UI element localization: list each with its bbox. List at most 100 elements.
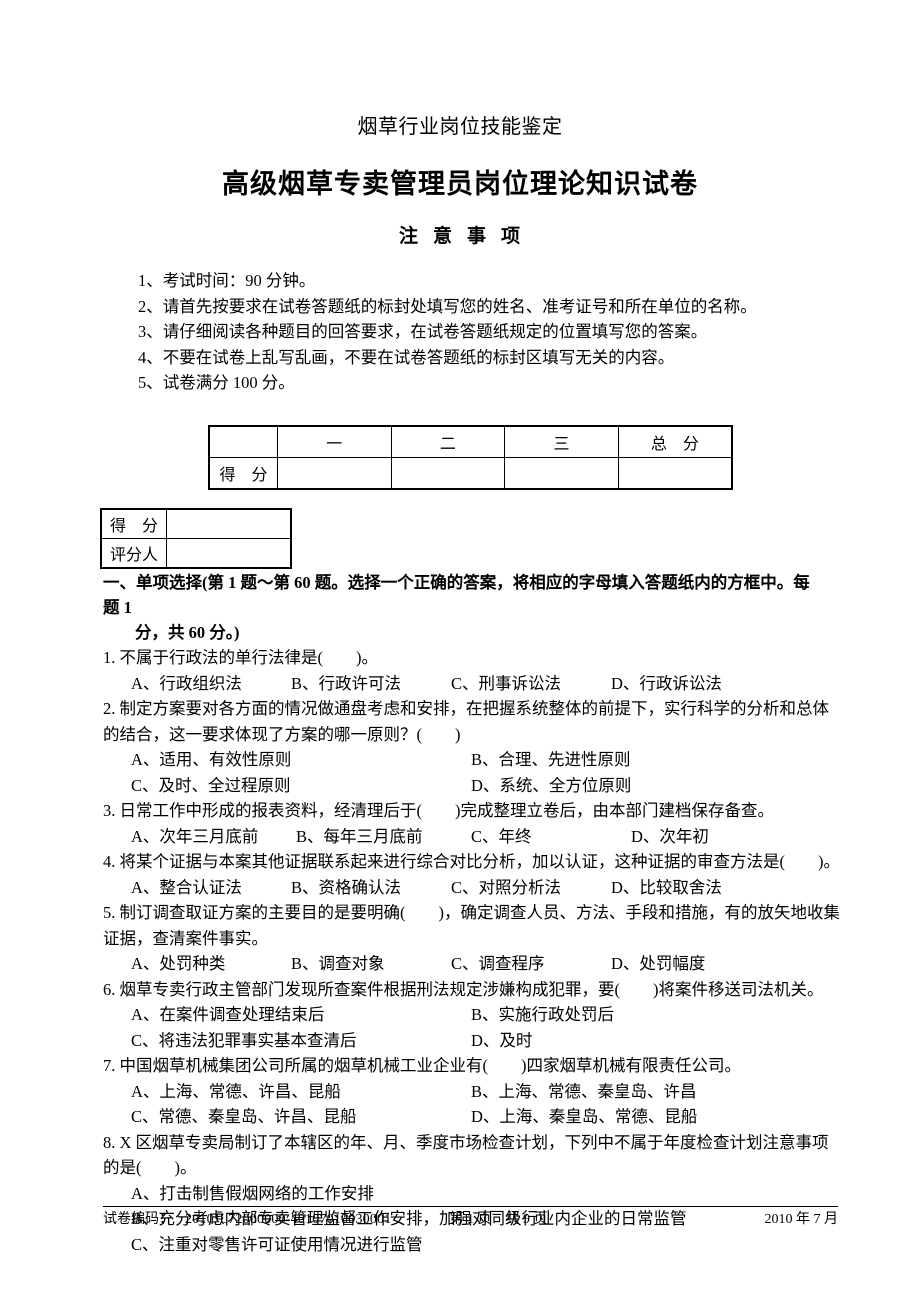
- question-text: 将某个证据与本案其他证据联系起来进行综合对比分析，加以认证，这种证据的审查方法是…: [119, 852, 841, 871]
- score-cell-2[interactable]: [390, 457, 506, 490]
- option-c[interactable]: C、注重对零售许可证使用情况进行监管: [103, 1232, 920, 1258]
- option-a[interactable]: A、行政组织法: [103, 671, 291, 697]
- notice-item: 3、请仔细阅读各种题目的回答要求，在试卷答题纸规定的位置填写您的答案。: [138, 322, 708, 341]
- option-b[interactable]: B、每年三月底前: [296, 824, 471, 850]
- question-text: X 区烟草专卖局制订了本辖区的年、月、季度市场检查计划，下列中不属于年度检查计划…: [119, 1132, 829, 1152]
- option-a[interactable]: A、处罚种类: [103, 951, 291, 977]
- score-table-row-label: 得 分: [208, 457, 278, 490]
- score-summary-table: 一 二 三 总 分 得 分: [208, 425, 733, 490]
- exam-code-label: 试卷编码：: [103, 1212, 173, 1227]
- page-number: 第 1 页 共 9 页: [449, 1212, 548, 1227]
- option-b[interactable]: B、行政许可法: [291, 671, 451, 697]
- table-row: 得 分: [208, 457, 733, 490]
- notice-list: 1、考试时间：90 分钟。 2、请首先按要求在试卷答题纸的标封处填写您的姓名、准…: [0, 268, 920, 396]
- question-number: 6.: [103, 979, 116, 999]
- question-stem: 3. 日常工作中形成的报表资料，经清理后于( )完成整理立卷后，由本部门建档保存…: [0, 798, 920, 824]
- option-d[interactable]: D、处罚幅度: [611, 951, 771, 977]
- org-title: 烟草行业岗位技能鉴定: [357, 116, 563, 138]
- question-stem: 2. 制定方案要对各方面的情况做通盘考虑和安排，在把握系统整体的前提下，实行科学…: [0, 696, 920, 747]
- option-row: C、将违法犯罪事实基本查清后 D、及时: [0, 1028, 920, 1054]
- question-number: 4.: [103, 852, 116, 871]
- option-a[interactable]: A、整合认证法: [103, 875, 291, 901]
- exam-code-value: 2010JL72000000-40107010030001: [185, 1212, 392, 1227]
- notice-item: 4、不要在试卷上乱写乱画，不要在试卷答题纸的标封区填写无关的内容。: [138, 347, 675, 367]
- question-stem: 6. 烟草专卖行政主管部门发现所查案件根据刑法规定涉嫌构成犯罪，要( )将案件移…: [0, 977, 920, 1003]
- grader-table-value-grader[interactable]: [166, 538, 292, 569]
- question-text: 中国烟草机械集团公司所属的烟草机械工业企业有( )四家烟草机械有限责任公司。: [119, 1056, 742, 1075]
- option-row: A、适用、有效性原则 B、合理、先进性原则: [0, 747, 920, 773]
- question-number: 5.: [103, 903, 116, 922]
- option-b[interactable]: B、资格确认法: [291, 875, 451, 901]
- section-heading-line-2: 分，共 60 分。): [135, 623, 240, 642]
- question-text-line-2: 的是( )。: [103, 1158, 197, 1177]
- option-a[interactable]: A、打击制售假烟网络的工作安排: [103, 1181, 920, 1207]
- notice-item: 2、请首先按要求在试卷答题纸的标封处填写您的姓名、准考证号和所在单位的名称。: [138, 296, 757, 316]
- option-c[interactable]: C、将违法犯罪事实基本查清后: [103, 1028, 471, 1054]
- question-stem: 8. X 区烟草专卖局制订了本辖区的年、月、季度市场检查计划，下列中不属于年度检…: [0, 1130, 920, 1181]
- option-row: A、整合认证法 B、资格确认法 C、对照分析法 D、比较取舍法: [0, 875, 920, 901]
- score-cell-total[interactable]: [617, 457, 733, 490]
- score-cell-1[interactable]: [277, 457, 392, 490]
- document-header: 烟草行业岗位技能鉴定 高级烟草专卖管理员岗位理论知识试卷 注意事项: [0, 112, 920, 252]
- option-c[interactable]: C、年终: [471, 824, 631, 850]
- question-text-line-2: 证据，查清案件事实。: [103, 928, 268, 948]
- option-c[interactable]: C、对照分析法: [451, 875, 611, 901]
- question-body: 一、单项选择(第 1 题～第 60 题。选择一个正确的答案，将相应的字母填入答题…: [0, 570, 920, 1257]
- option-a[interactable]: A、次年三月底前: [103, 824, 296, 850]
- option-d[interactable]: D、系统、全方位原则: [471, 773, 811, 799]
- score-table-header-total: 总 分: [617, 425, 733, 458]
- table-row: 评分人: [100, 538, 292, 569]
- score-table-header-3: 三: [504, 425, 619, 458]
- notice-heading-char-4: 项: [501, 226, 522, 247]
- question-stem: 4. 将某个证据与本案其他证据联系起来进行综合对比分析，加以认证，这种证据的审查…: [0, 849, 920, 875]
- question-stem: 1. 不属于行政法的单行法律是( )。: [0, 645, 920, 671]
- section-heading-line-1: 一、单项选择(第 1 题～第 60 题。选择一个正确的答案，将相应的字母填入答题…: [103, 573, 810, 617]
- notice-heading: 注意事项: [0, 222, 920, 252]
- option-b[interactable]: B、实施行政处罚后: [471, 1002, 811, 1028]
- grader-table: 得 分 评分人: [100, 508, 292, 569]
- exam-date: 2010 年 7 月: [764, 1212, 839, 1227]
- question-number: 8.: [103, 1132, 116, 1152]
- question-text: 烟草专卖行政主管部门发现所查案件根据刑法规定涉嫌构成犯罪，要( )将案件移送司法…: [119, 979, 824, 999]
- option-c[interactable]: C、常德、秦皇岛、许昌、昆船: [103, 1104, 471, 1130]
- exam-code: 试卷编码： 2010JL72000000-40107010030001: [103, 1210, 391, 1230]
- option-d[interactable]: D、行政诉讼法: [611, 671, 771, 697]
- grader-table-label-score: 得 分: [100, 508, 167, 539]
- option-c[interactable]: C、及时、全过程原则: [103, 773, 471, 799]
- option-d[interactable]: D、上海、秦皇岛、常德、昆船: [471, 1104, 811, 1130]
- option-d[interactable]: D、次年初: [631, 824, 709, 850]
- notice-item: 1、考试时间：90 分钟。: [138, 271, 316, 290]
- grader-table-label-grader: 评分人: [100, 538, 167, 569]
- table-row: 一 二 三 总 分: [208, 425, 733, 458]
- option-b[interactable]: B、合理、先进性原则: [471, 747, 811, 773]
- score-table-corner-cell: [208, 425, 278, 458]
- notice-item: 5、试卷满分 100 分。: [138, 373, 295, 392]
- option-row: A、次年三月底前 B、每年三月底前 C、年终 D、次年初: [0, 824, 920, 850]
- option-a[interactable]: A、适用、有效性原则: [103, 747, 471, 773]
- question-stem: 5. 制订调查取证方案的主要目的是要明确( )，确定调查人员、方法、手段和措施，…: [0, 900, 920, 951]
- option-c[interactable]: C、调查程序: [451, 951, 611, 977]
- notice-heading-char-3: 事: [467, 226, 488, 247]
- option-b[interactable]: B、上海、常德、秦皇岛、许昌: [471, 1079, 811, 1105]
- question-number: 1.: [103, 648, 116, 667]
- option-d[interactable]: D、比较取舍法: [611, 875, 771, 901]
- question-stem: 7. 中国烟草机械集团公司所属的烟草机械工业企业有( )四家烟草机械有限责任公司…: [0, 1053, 920, 1079]
- option-d[interactable]: D、及时: [471, 1028, 811, 1054]
- option-a[interactable]: A、在案件调查处理结束后: [103, 1002, 471, 1028]
- section-heading: 一、单项选择(第 1 题～第 60 题。选择一个正确的答案，将相应的字母填入答题…: [0, 570, 920, 645]
- notice-heading-char-1: 注: [398, 226, 419, 247]
- option-row: A、处罚种类 B、调查对象 C、调查程序 D、处罚幅度: [0, 951, 920, 977]
- grader-table-value-score[interactable]: [166, 508, 292, 539]
- exam-paper-page: 烟草行业岗位技能鉴定 高级烟草专卖管理员岗位理论知识试卷 注意事项 1、考试时间…: [0, 0, 920, 1302]
- notice-heading-char-2: 意: [432, 226, 453, 247]
- option-c[interactable]: C、刑事诉讼法: [451, 671, 611, 697]
- question-text-line-2: 的结合，这一要求体现了方案的哪一原则？( ): [103, 724, 461, 744]
- table-row: 得 分: [100, 508, 292, 539]
- option-row: A、上海、常德、许昌、昆船 B、上海、常德、秦皇岛、许昌: [0, 1079, 920, 1105]
- option-b[interactable]: B、调查对象: [291, 951, 451, 977]
- score-cell-3[interactable]: [504, 457, 619, 490]
- score-table-header-1: 一: [277, 425, 392, 458]
- option-a[interactable]: A、上海、常德、许昌、昆船: [103, 1079, 471, 1105]
- option-row: A、在案件调查处理结束后 B、实施行政处罚后: [0, 1002, 920, 1028]
- question-text: 日常工作中形成的报表资料，经清理后于( )完成整理立卷后，由本部门建档保存备查。: [119, 801, 775, 820]
